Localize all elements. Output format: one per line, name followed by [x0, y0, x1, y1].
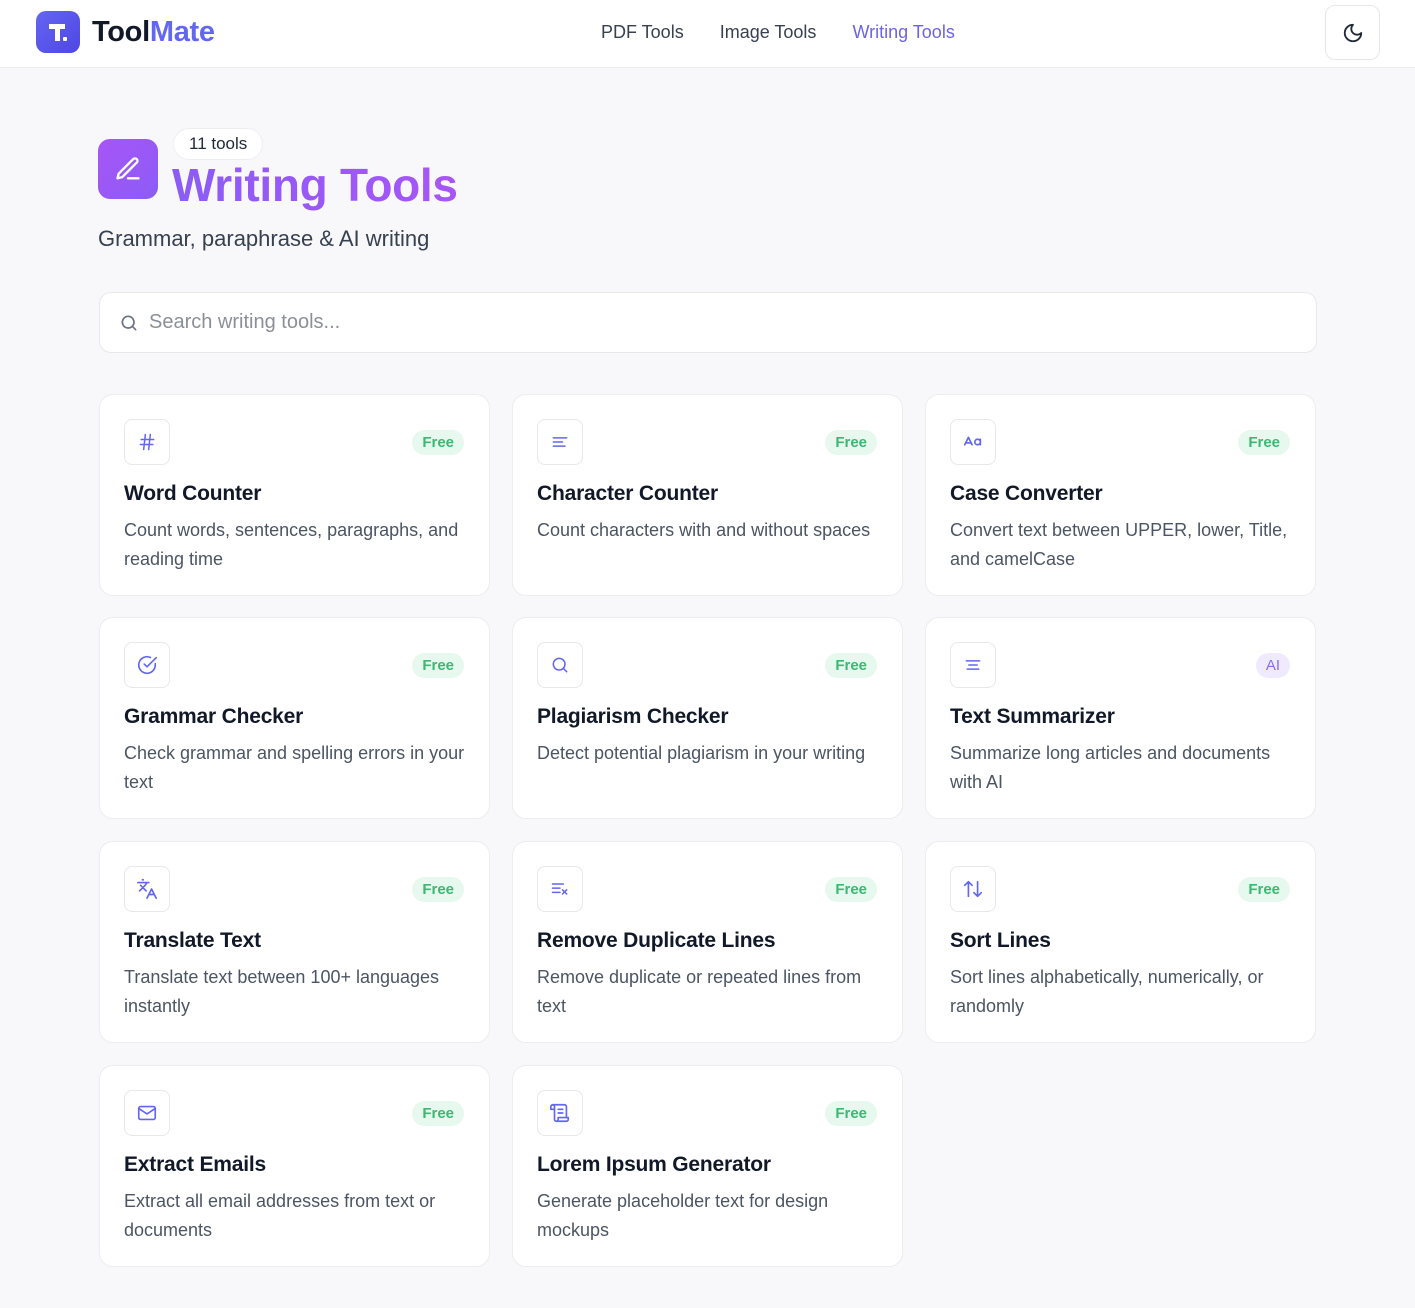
pricing-badge: Free	[1238, 430, 1290, 455]
pricing-badge: Free	[825, 877, 877, 902]
tool-description: Generate placeholder text for design moc…	[537, 1191, 829, 1240]
page-subtitle: Grammar, paraphrase & AI writing	[98, 226, 430, 251]
theme-toggle-button[interactable]	[1325, 5, 1380, 60]
tool-card-character-counter[interactable]: Free Character Counter Count characters wi…	[512, 394, 903, 596]
pricing-badge: Free	[412, 653, 464, 678]
tool-title: Sort Lines	[950, 929, 1051, 952]
brand-name: ToolMate	[92, 16, 215, 49]
tool-icon-box	[537, 642, 583, 688]
tool-card-case-converter[interactable]: Free Case Converter Convert text between U…	[925, 394, 1316, 596]
align-left-icon	[550, 432, 570, 452]
top-header: ToolMate PDF Tools Image Tools Writing T…	[0, 0, 1415, 68]
tool-card-grammar-checker[interactable]: Free Grammar Checker Check grammar and spe…	[99, 617, 490, 819]
tool-icon-box	[124, 1090, 170, 1136]
tool-description: Count words, sentences, paragraphs, and …	[124, 520, 459, 569]
pricing-badge: Free	[412, 1101, 464, 1126]
tool-description: Detect potential plagiarism in your writ…	[537, 743, 866, 763]
case-sensitive-icon	[962, 431, 984, 453]
tool-title: Grammar Checker	[124, 705, 304, 728]
pencil-icon	[114, 155, 142, 183]
tool-card-remove-duplicate-lines[interactable]: Free Remove Duplicate Lines Remove duplica…	[512, 841, 903, 1043]
search-bar	[99, 292, 1317, 353]
tool-description: Summarize long articles and documents wi…	[950, 743, 1271, 792]
pricing-badge: Free	[825, 1101, 877, 1126]
tool-icon-box	[124, 866, 170, 912]
tool-icon-box	[950, 642, 996, 688]
tool-card-sort-lines[interactable]: Free Sort Lines Sort lines alphabetically,…	[925, 841, 1316, 1043]
logo-mark-icon	[36, 11, 80, 53]
tool-description: Extract all email addresses from text or…	[124, 1191, 436, 1240]
search-icon	[119, 313, 139, 333]
tool-icon-box	[537, 1090, 583, 1136]
tool-icon-box	[537, 419, 583, 465]
pricing-badge: AI	[1255, 653, 1290, 678]
tool-description: Check grammar and spelling errors in you…	[124, 743, 465, 792]
tool-icon-box	[950, 419, 996, 465]
nav-link-writing-tools[interactable]: Writing Tools	[852, 22, 954, 43]
tool-card-extract-emails[interactable]: Free Extract Emails Extract all email addr…	[99, 1065, 490, 1267]
search-icon	[550, 655, 570, 675]
scroll-text-icon	[549, 1102, 571, 1124]
brand-name-part1: Tool	[92, 15, 150, 48]
main-nav: PDF Tools Image Tools Writing Tools	[601, 22, 991, 43]
tool-card-lorem-ipsum-generator[interactable]: Free Lorem Ipsum Generator Generate placeh…	[512, 1065, 903, 1267]
tool-description: Translate text between 100+ languages in…	[124, 967, 440, 1016]
tool-icon-box	[537, 866, 583, 912]
tool-description: Count characters with and without spaces	[537, 520, 871, 540]
pricing-badge: Free	[412, 430, 464, 455]
category-icon	[98, 139, 158, 199]
brand-logo[interactable]: ToolMate	[36, 11, 215, 53]
tool-icon-box	[124, 642, 170, 688]
tool-title: Remove Duplicate Lines	[537, 929, 776, 952]
tool-title: Text Summarizer	[950, 705, 1115, 728]
tool-count-badge: 11 tools	[173, 128, 264, 160]
moon-icon	[1342, 22, 1364, 44]
nav-link-pdf-tools[interactable]: PDF Tools	[601, 22, 684, 43]
tool-card-word-counter[interactable]: Free Word Counter Count words, sentences, …	[99, 394, 490, 596]
tool-description: Remove duplicate or repeated lines from …	[537, 967, 862, 1016]
tool-icon-box	[124, 419, 170, 465]
pricing-badge: Free	[825, 430, 877, 455]
tool-title: Translate Text	[124, 929, 261, 952]
tool-description: Sort lines alphabetically, numerically, …	[950, 967, 1264, 1016]
tool-card-plagiarism-checker[interactable]: Free Plagiarism Checker Detect potential p…	[512, 617, 903, 819]
tool-title: Word Counter	[124, 482, 262, 505]
tool-card-text-summarizer[interactable]: AI Text Summarizer Summarize long articles…	[925, 617, 1316, 819]
pricing-badge: Free	[1238, 877, 1290, 902]
languages-icon	[136, 878, 158, 900]
arrow-up-down-icon	[962, 878, 984, 900]
tool-title: Extract Emails	[124, 1153, 266, 1176]
brand-name-part2: Mate	[149, 15, 215, 48]
tool-description: Convert text between UPPER, lower, Title…	[950, 520, 1288, 569]
pricing-badge: Free	[825, 653, 877, 678]
pricing-badge: Free	[412, 877, 464, 902]
page-title: Writing Tools	[172, 159, 458, 211]
tool-icon-box	[950, 866, 996, 912]
tool-title: Character Counter	[537, 482, 718, 505]
tool-title: Lorem Ipsum Generator	[537, 1153, 771, 1176]
tool-title: Plagiarism Checker	[537, 705, 729, 728]
nav-link-image-tools[interactable]: Image Tools	[720, 22, 817, 43]
mail-icon	[136, 1102, 158, 1124]
hash-icon	[137, 432, 157, 452]
search-input[interactable]	[149, 311, 1249, 334]
list-x-icon	[550, 879, 570, 899]
tool-title: Case Converter	[950, 482, 1103, 505]
align-center-icon	[963, 655, 983, 675]
tool-card-translate-text[interactable]: Free Translate Text Translate text between…	[99, 841, 490, 1043]
check-circle-icon	[136, 654, 158, 676]
